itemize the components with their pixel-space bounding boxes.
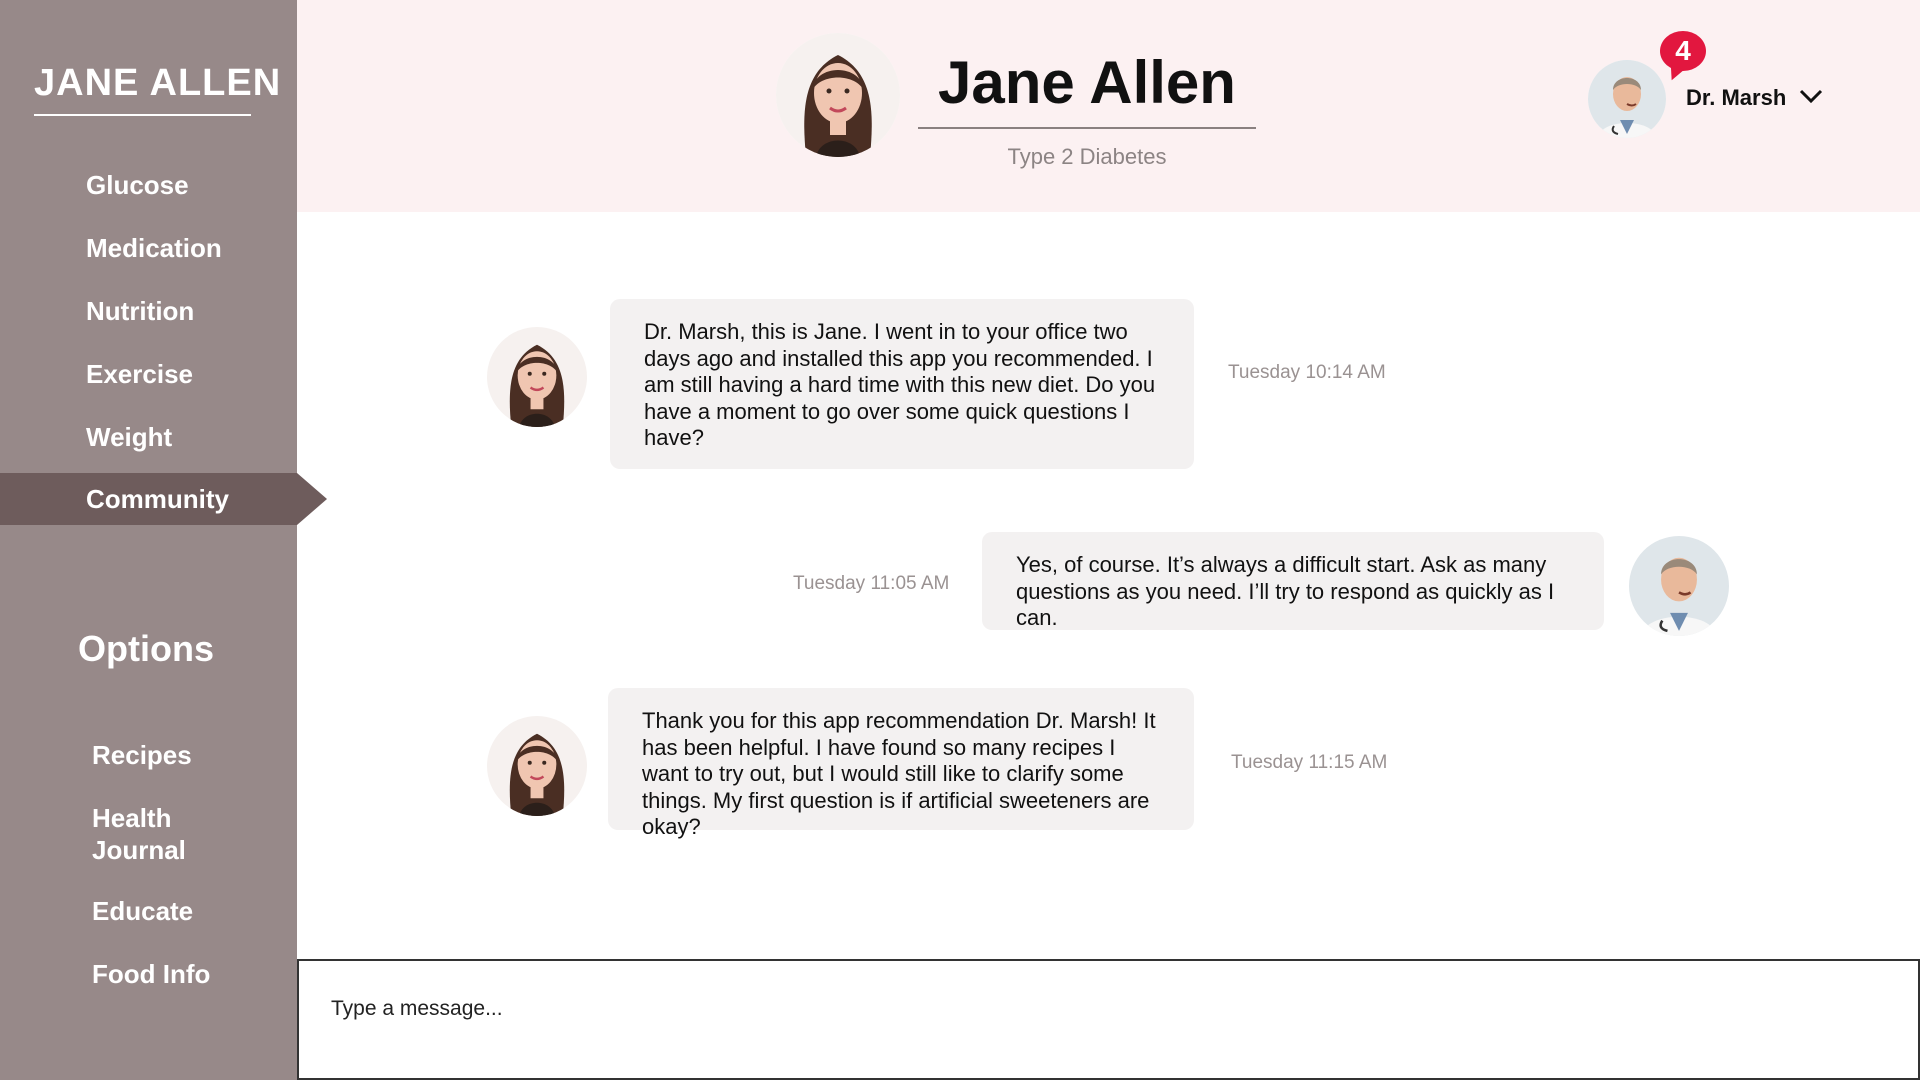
message-composer: [297, 959, 1920, 1080]
doctor-name[interactable]: Dr. Marsh: [1686, 85, 1786, 111]
message-avatar-patient: [487, 327, 587, 427]
option-item-recipes[interactable]: Recipes: [92, 739, 272, 771]
sidebar-item-exercise[interactable]: Exercise: [0, 348, 297, 400]
chevron-down-icon[interactable]: [1798, 86, 1824, 106]
option-item-food-info[interactable]: Food Info: [92, 958, 272, 990]
message-timestamp: Tuesday 10:14 AM: [1228, 362, 1386, 383]
message-bubble-patient: Thank you for this app recommendation Dr…: [608, 688, 1194, 839]
sidebar-item-weight[interactable]: Weight: [0, 411, 297, 463]
woman-portrait-icon: [487, 327, 587, 427]
patient-condition: Type 2 Diabetes: [1007, 144, 1167, 169]
message-avatar-patient: [487, 716, 587, 816]
brand-underline: [34, 114, 251, 116]
brand-title: JANE ALLEN: [34, 62, 282, 104]
options-heading: Options: [78, 628, 214, 669]
message-input[interactable]: [331, 991, 1831, 1027]
patient-name: Jane Allen: [938, 49, 1236, 116]
message-timestamp: Tuesday 11:05 AM: [793, 573, 950, 594]
sidebar-item-nutrition[interactable]: Nutrition: [0, 285, 297, 337]
notification-badge[interactable]: 4: [1660, 31, 1706, 71]
doctor-portrait-icon: [1629, 536, 1729, 636]
message-timestamp: Tuesday 11:15 AM: [1231, 752, 1388, 773]
option-item-educate[interactable]: Educate: [92, 895, 272, 927]
doctor-portrait-icon: [1588, 60, 1666, 138]
sidebar-item-glucose[interactable]: Glucose: [0, 159, 297, 211]
doctor-avatar[interactable]: [1588, 60, 1666, 138]
patient-name-divider: [918, 127, 1256, 129]
sidebar-item-community[interactable]: Community: [0, 473, 297, 525]
woman-portrait-icon: [487, 716, 587, 816]
option-item-health-journal[interactable]: Health Journal: [92, 802, 202, 866]
message-bubble-doctor: Yes, of course. It’s always a difficult …: [982, 532, 1604, 630]
active-nav-pointer: [297, 473, 327, 525]
sidebar: JANE ALLEN Glucose Medication Nutrition …: [0, 0, 297, 1080]
message-bubble-patient: Dr. Marsh, this is Jane. I went in to yo…: [610, 299, 1194, 469]
message-avatar-doctor: [1629, 536, 1729, 636]
patient-avatar: [776, 33, 900, 157]
sidebar-item-medication[interactable]: Medication: [0, 222, 297, 274]
woman-portrait-icon: [776, 33, 900, 157]
